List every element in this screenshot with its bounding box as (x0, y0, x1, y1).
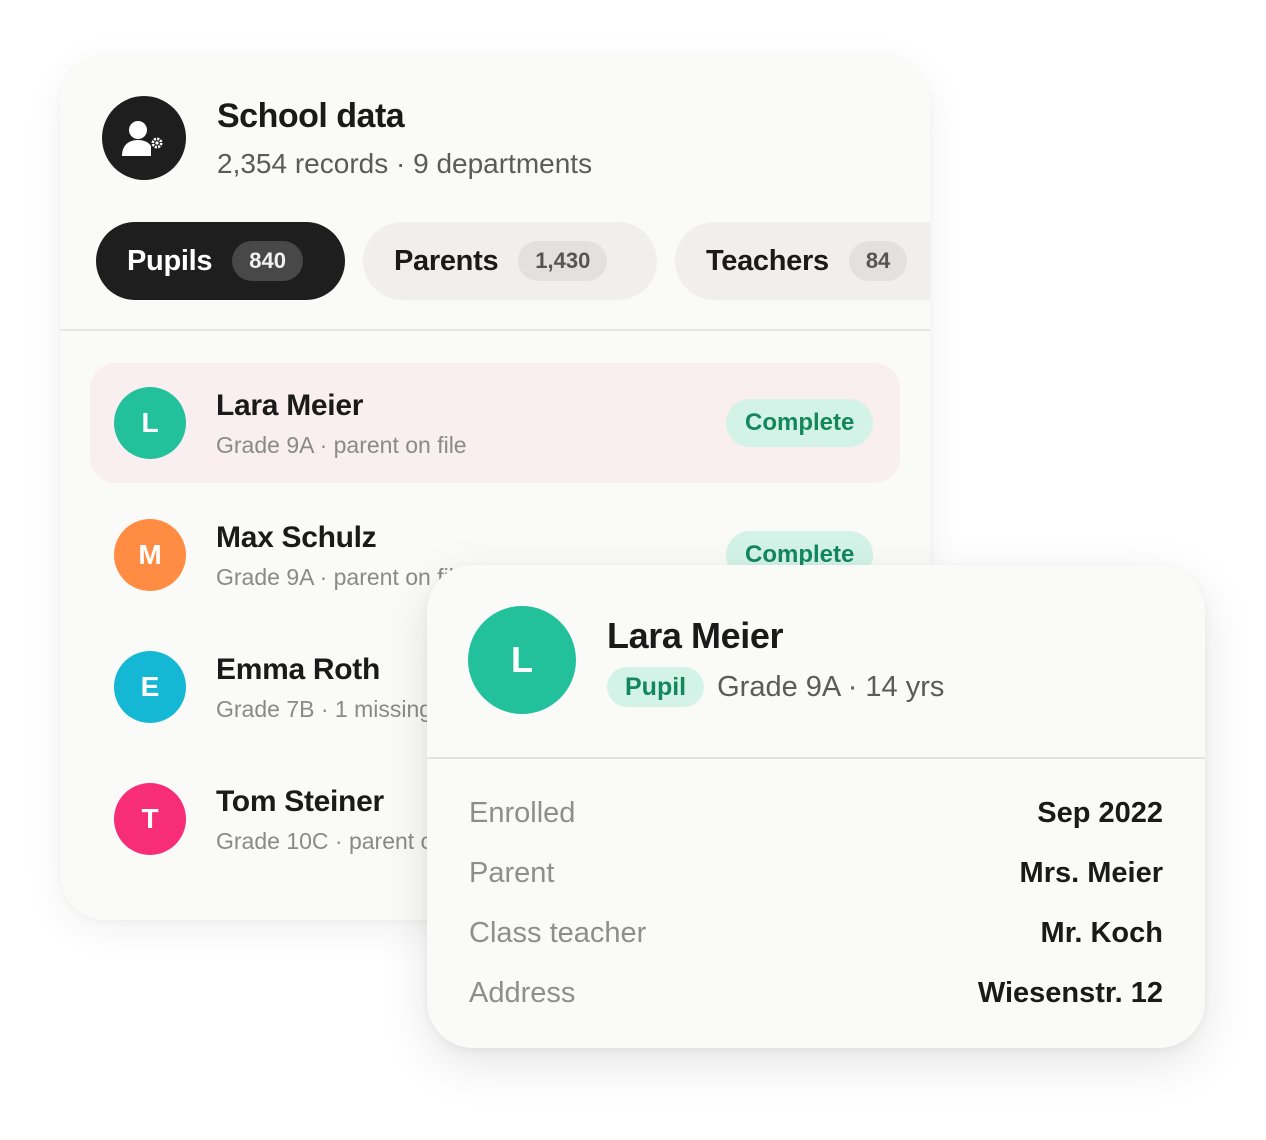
divider (60, 329, 930, 331)
pupil-name: Emma Roth (216, 653, 380, 686)
tab-pupils[interactable]: Pupils 840 (96, 222, 345, 300)
detail-name: Lara Meier (607, 615, 784, 656)
avatar: L (114, 387, 186, 459)
tab-label: Parents (394, 244, 499, 277)
tab-parents[interactable]: Parents 1,430 (363, 222, 657, 300)
pupil-subtitle: Grade 9A · parent on file (216, 564, 467, 590)
avatar: M (114, 519, 186, 591)
field-value-class-teacher: Mr. Koch (1040, 917, 1163, 949)
user-settings-icon (102, 96, 186, 180)
field-label-address: Address (469, 977, 576, 1009)
pupil-name: Tom Steiner (216, 785, 384, 818)
pupil-name: Max Schulz (216, 521, 377, 554)
pupil-detail-card: L Lara Meier Pupil Grade 9A · 14 yrs Enr… (427, 565, 1205, 1048)
tab-label: Pupils (127, 244, 213, 277)
tab-count-badge: 84 (848, 241, 908, 281)
tab-count-badge: 1,430 (518, 241, 608, 281)
avatar: E (114, 651, 186, 723)
pupil-subtitle: Grade 9A · parent on file (216, 432, 467, 458)
pupil-subtitle: Grade 7B · 1 missing (216, 696, 433, 722)
field-value-address: Wiesenstr. 12 (977, 977, 1163, 1009)
status-badge: Complete (726, 399, 874, 447)
field-label-enrolled: Enrolled (469, 797, 576, 829)
avatar: L (468, 606, 576, 714)
tab-count-badge: 840 (232, 241, 303, 281)
field-label-parent: Parent (469, 857, 555, 889)
tab-teachers[interactable]: Teachers 84 (675, 222, 930, 300)
detail-info: Grade 9A · 14 yrs (717, 670, 945, 703)
page-subtitle: 2,354 records · 9 departments (217, 148, 593, 179)
field-value-enrolled: Sep 2022 (1037, 797, 1163, 829)
list-item-lara-meier[interactable]: L Lara Meier Grade 9A · parent on file C… (90, 363, 900, 483)
field-value-parent: Mrs. Meier (1019, 857, 1163, 889)
divider (427, 757, 1205, 759)
tab-label: Teachers (706, 244, 829, 277)
page-title: School data (217, 97, 405, 135)
field-label-class-teacher: Class teacher (469, 917, 647, 949)
pupil-name: Lara Meier (216, 389, 364, 422)
avatar: T (114, 783, 186, 855)
detail-meta: Pupil Grade 9A · 14 yrs (607, 667, 944, 707)
role-badge: Pupil (607, 667, 705, 707)
